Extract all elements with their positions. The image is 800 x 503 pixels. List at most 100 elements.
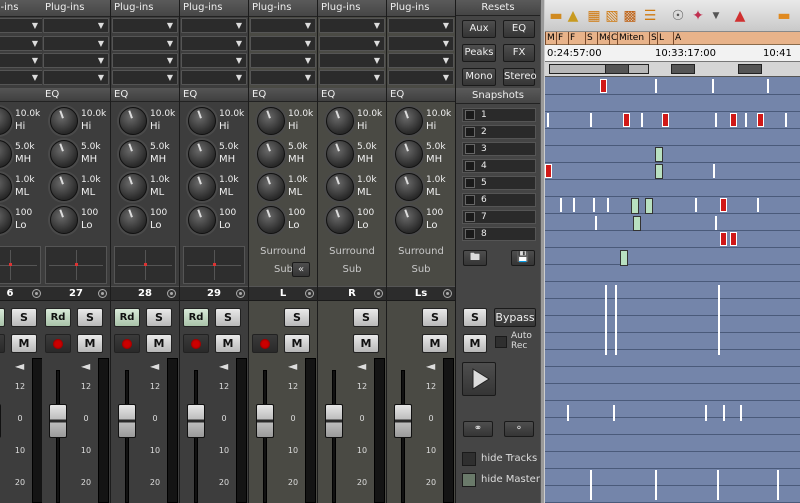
plugin-slot[interactable]: ▼ bbox=[0, 53, 43, 68]
audio-object[interactable] bbox=[757, 113, 764, 127]
eq-knob-lo[interactable] bbox=[257, 206, 285, 234]
track-lane[interactable] bbox=[545, 282, 800, 299]
eq-knob-ml[interactable] bbox=[257, 173, 285, 201]
auto-rec-checkbox[interactable] bbox=[495, 336, 507, 348]
mute-button[interactable]: M bbox=[284, 334, 310, 353]
eq-knob-hi[interactable] bbox=[0, 107, 12, 135]
timeline-ruler[interactable]: 0:24:57:00 10:33:17:00 10:41 bbox=[545, 45, 800, 62]
snapshot-checkbox[interactable] bbox=[465, 178, 475, 188]
marker[interactable]: Miten bbox=[617, 32, 649, 45]
play-button[interactable] bbox=[462, 362, 496, 396]
unlink-icon[interactable]: ⚬ bbox=[504, 421, 534, 437]
snapshot-checkbox[interactable] bbox=[465, 127, 475, 137]
read-button[interactable]: Rd bbox=[114, 308, 140, 327]
audio-object[interactable] bbox=[715, 113, 717, 127]
eq-knob-hi[interactable] bbox=[50, 107, 78, 135]
track-lane[interactable] bbox=[545, 367, 800, 384]
eq-knob-hi[interactable] bbox=[395, 107, 423, 135]
plugin-slot[interactable]: ▼ bbox=[112, 36, 178, 51]
track-lane[interactable] bbox=[545, 197, 800, 214]
solo-button[interactable]: S bbox=[353, 308, 379, 327]
audio-object[interactable] bbox=[593, 198, 595, 212]
track-lane[interactable] bbox=[545, 299, 800, 316]
gear-icon[interactable] bbox=[305, 289, 314, 298]
audio-object[interactable] bbox=[720, 232, 727, 246]
audio-object[interactable] bbox=[655, 147, 663, 162]
marker[interactable]: F bbox=[556, 32, 568, 45]
eq-knob-ml[interactable] bbox=[188, 173, 216, 201]
stereo-button[interactable]: Stereo bbox=[503, 68, 537, 86]
plugin-slot[interactable]: ▼ bbox=[319, 18, 385, 33]
read-button[interactable]: Rd bbox=[183, 308, 209, 327]
channel-name[interactable]: 27 bbox=[42, 286, 110, 301]
mute-button[interactable]: M bbox=[11, 334, 37, 353]
audio-object[interactable] bbox=[545, 164, 552, 178]
panner[interactable] bbox=[45, 246, 107, 284]
peaks-button[interactable]: Peaks bbox=[462, 44, 496, 62]
marker-lane[interactable]: MFFSMeCMitenSLA bbox=[545, 32, 800, 45]
plugin-slot[interactable]: ▼ bbox=[319, 53, 385, 68]
plugin-slot[interactable]: ▼ bbox=[0, 18, 43, 33]
plugin-slot[interactable]: ▼ bbox=[112, 53, 178, 68]
chevron-down-icon[interactable]: ▼ bbox=[707, 7, 725, 25]
marker[interactable]: Me bbox=[597, 32, 609, 45]
channel-name[interactable]: R bbox=[318, 286, 386, 301]
eq-knob-mh[interactable] bbox=[50, 140, 78, 168]
mute-button[interactable]: M bbox=[77, 334, 103, 353]
marker[interactable]: L bbox=[657, 32, 673, 45]
bar-chart-icon[interactable]: ▩ bbox=[621, 7, 639, 25]
volume-fader[interactable] bbox=[0, 404, 1, 438]
snapshot-checkbox[interactable] bbox=[465, 144, 475, 154]
eq-knob-ml[interactable] bbox=[395, 173, 423, 201]
audio-object[interactable] bbox=[641, 113, 643, 127]
plugin-slot[interactable]: ▼ bbox=[181, 70, 247, 85]
audio-object[interactable] bbox=[745, 113, 747, 127]
plugin-slot[interactable]: ▼ bbox=[181, 36, 247, 51]
track-lane[interactable] bbox=[545, 78, 800, 95]
track-lane[interactable] bbox=[545, 486, 800, 503]
audio-object[interactable] bbox=[718, 285, 720, 355]
eq-knob-mh[interactable] bbox=[119, 140, 147, 168]
plugin-slot[interactable]: ▼ bbox=[250, 36, 316, 51]
record-arm-button[interactable] bbox=[45, 334, 71, 353]
eq-knob-mh[interactable] bbox=[326, 140, 354, 168]
cut-icon[interactable]: ▬ bbox=[547, 7, 565, 25]
panel-mute-button[interactable]: M bbox=[463, 334, 487, 353]
hide-tracks-checkbox[interactable] bbox=[462, 452, 476, 466]
mute-button[interactable]: M bbox=[353, 334, 379, 353]
stack-icon[interactable]: ☰ bbox=[641, 7, 659, 25]
snapshot-slot[interactable]: 2 bbox=[462, 125, 536, 139]
solo-button[interactable]: S bbox=[422, 308, 448, 327]
track-lane[interactable] bbox=[545, 350, 800, 367]
eq-knob-hi[interactable] bbox=[119, 107, 147, 135]
audio-object[interactable] bbox=[645, 198, 653, 214]
record-arm-button[interactable] bbox=[0, 334, 5, 353]
eq-knob-mh[interactable] bbox=[395, 140, 423, 168]
audio-object[interactable] bbox=[785, 113, 787, 127]
audio-object[interactable] bbox=[655, 164, 663, 179]
channel-name[interactable]: 28 bbox=[111, 286, 179, 301]
plugin-slot[interactable]: ▼ bbox=[319, 70, 385, 85]
eq-knob-lo[interactable] bbox=[188, 206, 216, 234]
track-lane[interactable] bbox=[545, 333, 800, 350]
snapshot-slot[interactable]: 8 bbox=[462, 227, 536, 241]
record-arm-button[interactable] bbox=[114, 334, 140, 353]
audio-object[interactable] bbox=[623, 113, 630, 127]
audio-object[interactable] bbox=[655, 79, 657, 93]
track-lane[interactable] bbox=[545, 418, 800, 435]
track-lane[interactable] bbox=[545, 129, 800, 146]
folder-open-icon[interactable]: 🖿 bbox=[463, 250, 487, 266]
track-lane[interactable] bbox=[545, 163, 800, 180]
plugin-slot[interactable]: ▼ bbox=[388, 53, 454, 68]
audio-object[interactable] bbox=[620, 250, 628, 266]
collapse-icon[interactable]: « bbox=[292, 262, 310, 277]
volume-fader[interactable] bbox=[256, 404, 274, 438]
audio-object[interactable] bbox=[723, 405, 725, 421]
audio-object[interactable] bbox=[740, 405, 742, 421]
mute-button[interactable]: M bbox=[422, 334, 448, 353]
audio-object[interactable] bbox=[717, 470, 719, 500]
gear-icon[interactable] bbox=[374, 289, 383, 298]
plugin-slot[interactable]: ▼ bbox=[43, 53, 109, 68]
panner[interactable] bbox=[114, 246, 176, 284]
eq-button[interactable]: EQ bbox=[503, 20, 535, 38]
